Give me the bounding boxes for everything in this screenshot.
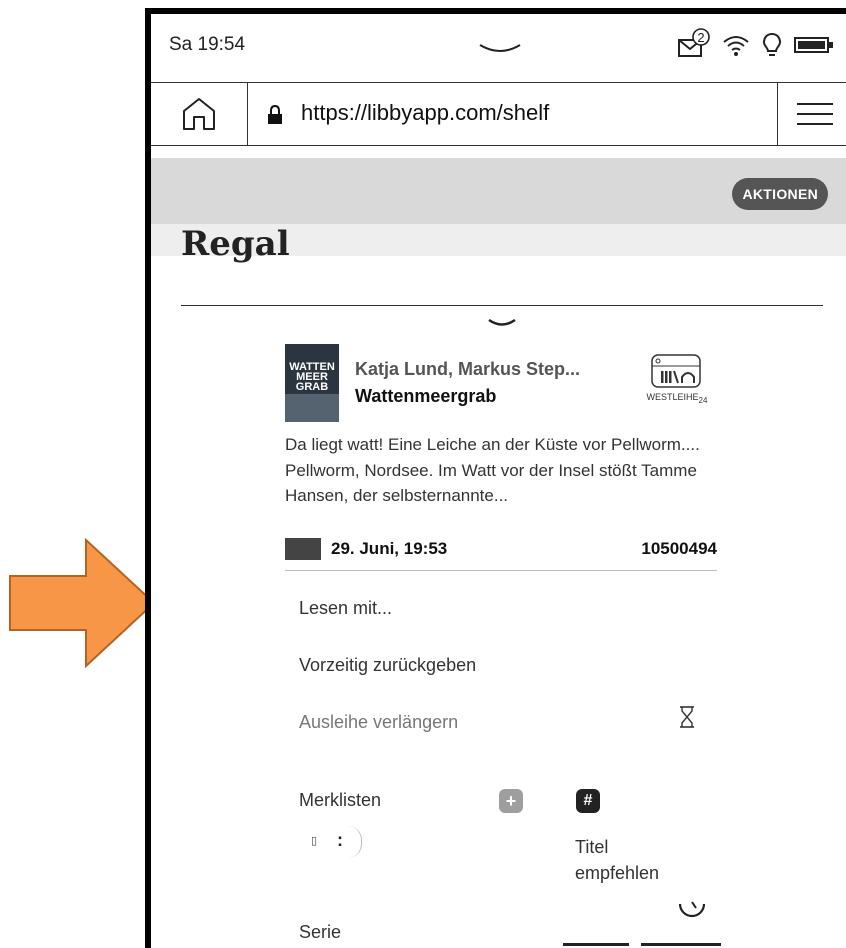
hashtag-icon[interactable]: # bbox=[576, 789, 600, 813]
home-icon bbox=[183, 98, 215, 130]
book-author: Katja Lund, Markus Step... bbox=[355, 359, 581, 379]
status-time: Sa 19:54 bbox=[169, 34, 246, 55]
add-to-list-icon[interactable]: + bbox=[499, 789, 523, 813]
book-title[interactable]: Wattenmeergrab bbox=[355, 386, 496, 407]
book-description: Da liegt watt! Eine Leiche an der Küste … bbox=[285, 435, 700, 505]
notification-count: 2 bbox=[697, 30, 704, 45]
browser-menu-button[interactable] bbox=[777, 83, 846, 145]
clock-icon bbox=[678, 901, 706, 918]
title-divider bbox=[181, 305, 823, 306]
orange-arrow-icon bbox=[9, 538, 156, 668]
shelf-toolbar: AKTIONEN bbox=[151, 158, 846, 224]
return-early-option[interactable]: Vorzeitig zurückgeben bbox=[299, 655, 476, 676]
status-bar: Sa 19:54 2 bbox=[151, 14, 846, 82]
e-reader-screen: Sa 19:54 2 https://libbyapp.com/shelf AK… bbox=[145, 8, 846, 948]
bottom-bar-left bbox=[563, 943, 629, 946]
tag-chip-icon: ▯ bbox=[311, 835, 318, 847]
library-name: WESTLEIHE24 bbox=[646, 392, 708, 405]
home-button[interactable] bbox=[151, 83, 248, 145]
renew-loan-option[interactable]: Ausleihe verlängern bbox=[299, 712, 458, 733]
loan-id: 10500494 bbox=[641, 539, 717, 558]
url-field[interactable]: https://libbyapp.com/shelf bbox=[301, 100, 549, 126]
recommend-title-option[interactable]: Titel empfehlen bbox=[575, 834, 659, 886]
bottom-bar-right bbox=[641, 943, 721, 946]
actions-button[interactable]: AKTIONEN bbox=[732, 178, 828, 210]
loan-info-row: 29. Juni, 19:53 10500494 bbox=[285, 534, 717, 571]
browser-address-bar: https://libbyapp.com/shelf bbox=[151, 82, 846, 146]
tag-chip-more-icon[interactable]: : bbox=[337, 830, 343, 851]
series-option[interactable]: Serie bbox=[299, 922, 341, 943]
book-cover[interactable]: WATTEN MEER GRAB bbox=[285, 344, 339, 422]
hourglass-icon bbox=[680, 706, 694, 728]
lists-label[interactable]: Merklisten bbox=[299, 790, 381, 811]
collapse-chevron-icon[interactable] bbox=[487, 316, 517, 330]
due-date-icon bbox=[285, 538, 321, 560]
battery-icon[interactable] bbox=[794, 35, 834, 55]
mail-icon[interactable]: 2 bbox=[676, 28, 710, 62]
due-date: 29. Juni, 19:53 bbox=[331, 539, 448, 558]
chevron-down-icon[interactable] bbox=[478, 42, 522, 56]
hamburger-menu-icon bbox=[797, 103, 833, 125]
status-icons: 2 bbox=[676, 28, 834, 62]
lock-icon bbox=[268, 105, 282, 124]
wifi-icon[interactable] bbox=[722, 33, 750, 57]
cover-image-area bbox=[285, 394, 339, 422]
read-with-option[interactable]: Lesen mit... bbox=[299, 598, 392, 619]
page-title: Regal bbox=[181, 224, 290, 264]
cover-title: WATTEN MEER GRAB bbox=[289, 361, 335, 393]
bulb-icon[interactable] bbox=[762, 32, 782, 58]
